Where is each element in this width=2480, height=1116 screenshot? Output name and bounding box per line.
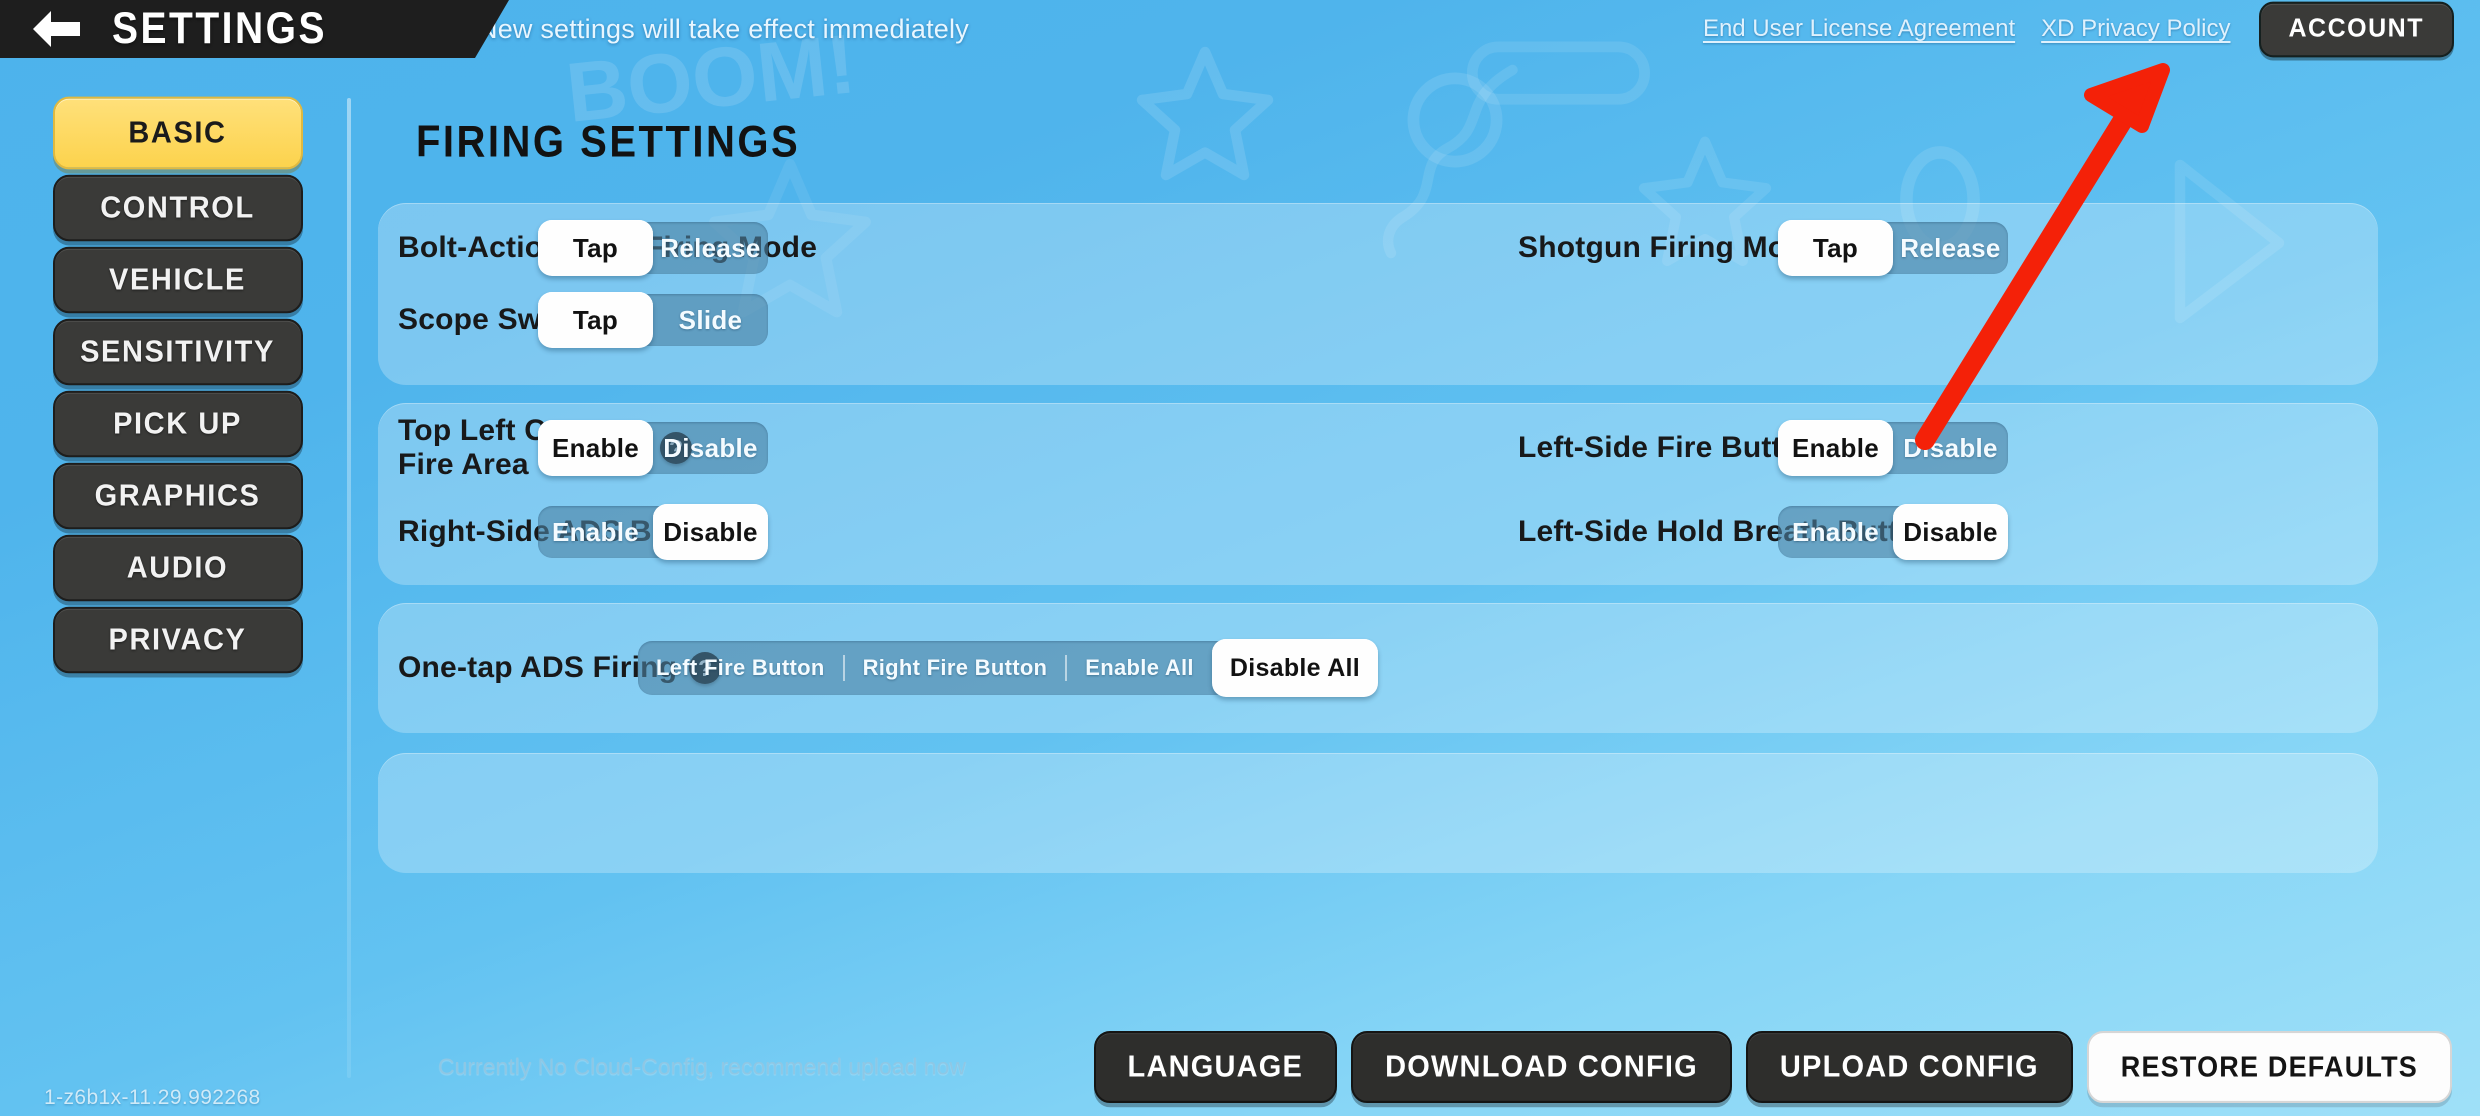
right-side-ads-button-toggle[interactable]: Enable Disable: [538, 504, 768, 560]
option-enable[interactable]: Enable: [1778, 506, 1893, 558]
option-enable-all[interactable]: Enable All: [1067, 641, 1212, 695]
sidebar-item-sensitivity[interactable]: SENSITIVITY: [52, 318, 303, 386]
page-header-title: SETTINGS: [112, 3, 328, 54]
option-tap[interactable]: Tap: [1778, 220, 1893, 276]
privacy-policy-link[interactable]: XD Privacy Policy: [2041, 15, 2230, 43]
option-disable[interactable]: Disable: [653, 504, 768, 560]
option-enable[interactable]: Enable: [538, 506, 653, 558]
settings-screen: BOOM! SETTINGS New settings will take ef…: [0, 0, 2480, 1116]
option-disable[interactable]: Disable: [1893, 422, 2008, 474]
restore-defaults-button[interactable]: RESTORE DEFAULTS: [2086, 1030, 2452, 1104]
option-release[interactable]: Release: [653, 222, 768, 274]
sidebar-item-audio[interactable]: AUDIO: [52, 534, 303, 602]
setting-label: Shotgun Firing Mode: [1518, 230, 1822, 264]
sidebar-item-pickup[interactable]: PICK UP: [52, 390, 303, 458]
sidebar-item-control[interactable]: CONTROL: [52, 174, 303, 242]
option-disable-all[interactable]: Disable All: [1211, 639, 1379, 697]
setting-top-left-corner-fire-area: Top Left Corner Fire Area ? Enable Disab…: [398, 403, 1318, 493]
settings-content: FIRING SETTINGS Bolt-Action Rifle Firing…: [378, 58, 2480, 1116]
next-settings-panel-partial: [378, 753, 2378, 873]
fire-button-panel: Top Left Corner Fire Area ? Enable Disab…: [378, 403, 2378, 585]
option-tap[interactable]: Tap: [538, 220, 653, 276]
language-button[interactable]: LANGUAGE: [1093, 1030, 1338, 1104]
table-row: Top Left Corner Fire Area ? Enable Disab…: [378, 403, 2378, 493]
option-slide[interactable]: Slide: [653, 294, 768, 346]
sidebar-item-privacy[interactable]: PRIVACY: [52, 606, 303, 674]
setting-right-side-ads-button: Right-Side ADS Button Enable Disable: [398, 487, 1318, 577]
sidebar-item-vehicle[interactable]: VEHICLE: [52, 246, 303, 314]
table-row: Scope Switch Tap Slide: [378, 275, 2378, 365]
settings-notice: New settings will take effect immediatel…: [478, 13, 969, 44]
settings-footer: Currently No Cloud-Config, recommend upl…: [0, 1018, 2480, 1116]
option-enable[interactable]: Enable: [538, 420, 653, 476]
top-left-fire-area-toggle[interactable]: Enable Disable: [538, 420, 768, 476]
option-disable[interactable]: Disable: [653, 422, 768, 474]
setting-label: One-tap ADS Firing: [398, 650, 678, 684]
table-row: One-tap ADS Firing ? Left Fire Button Ri…: [378, 623, 2378, 713]
back-button[interactable]: [0, 0, 112, 58]
bolt-action-firing-mode-toggle[interactable]: Tap Release: [538, 220, 768, 276]
eula-link[interactable]: End User License Agreement: [1703, 15, 2015, 43]
left-side-hold-breath-toggle[interactable]: Enable Disable: [1778, 504, 2008, 560]
top-banner: SETTINGS: [0, 0, 509, 58]
account-button[interactable]: ACCOUNT: [2258, 1, 2454, 57]
option-release[interactable]: Release: [1893, 222, 2008, 274]
sidebar-item-basic[interactable]: BASIC: [52, 96, 303, 170]
setting-label: Left-Side Fire Button: [1518, 430, 1819, 464]
upload-config-button[interactable]: UPLOAD CONFIG: [1745, 1030, 2073, 1104]
option-disable[interactable]: Disable: [1893, 504, 2008, 560]
option-left-fire-button[interactable]: Left Fire Button: [638, 641, 843, 695]
scope-switch-toggle[interactable]: Tap Slide: [538, 292, 768, 348]
version-string: 1-z6b1x-11.29.992268: [44, 1086, 261, 1109]
shotgun-firing-mode-toggle[interactable]: Tap Release: [1778, 220, 2008, 276]
one-tap-ads-panel: One-tap ADS Firing ? Left Fire Button Ri…: [378, 603, 2378, 733]
footer-button-group: LANGUAGE DOWNLOAD CONFIG UPLOAD CONFIG R…: [1093, 1030, 2452, 1104]
firing-mode-panel: Bolt-Action Rifle Firing Mode Tap Releas…: [378, 203, 2378, 385]
sidebar-item-graphics[interactable]: GRAPHICS: [52, 462, 303, 530]
top-right-actions: End User License Agreement XD Privacy Po…: [1703, 0, 2454, 58]
setting-left-side-fire-button: Left-Side Fire Button Enable Disable: [1518, 403, 2378, 493]
option-tap[interactable]: Tap: [538, 292, 653, 348]
setting-scope-switch: Scope Switch Tap Slide: [398, 275, 1318, 365]
arrow-left-icon: [33, 11, 80, 47]
one-tap-ads-firing-selector[interactable]: Left Fire Button Right Fire Button Enabl…: [638, 639, 1379, 697]
setting-left-side-hold-breath-button: Left-Side Hold Breath Button Enable Disa…: [1518, 487, 2378, 577]
page-title: FIRING SETTINGS: [416, 117, 801, 167]
setting-one-tap-ads-firing: One-tap ADS Firing ? Left Fire Button Ri…: [398, 623, 1898, 713]
table-row: Right-Side ADS Button Enable Disable Lef…: [378, 487, 2378, 577]
settings-sidebar: BASIC CONTROL VEHICLE SENSITIVITY PICK U…: [0, 58, 355, 1116]
left-side-fire-button-toggle[interactable]: Enable Disable: [1778, 420, 2008, 476]
option-enable[interactable]: Enable: [1778, 420, 1893, 476]
option-right-fire-button[interactable]: Right Fire Button: [845, 641, 1066, 695]
download-config-button[interactable]: DOWNLOAD CONFIG: [1351, 1030, 1732, 1104]
cloud-config-note: Currently No Cloud-Config, recommend upl…: [438, 1053, 966, 1080]
sidebar-divider: [347, 98, 351, 1078]
